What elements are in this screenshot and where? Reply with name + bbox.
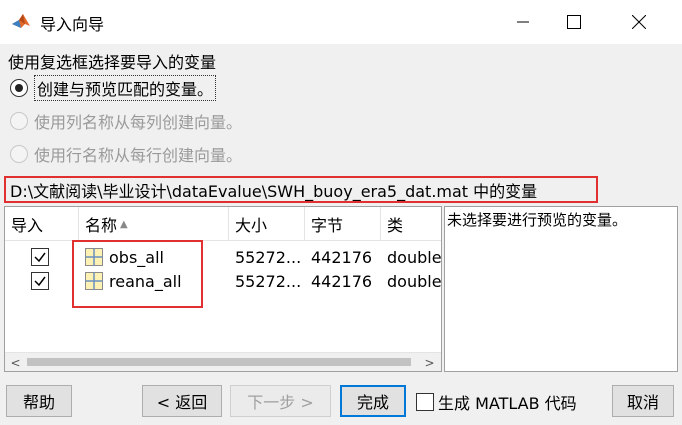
radio-button [10, 145, 28, 163]
header-import[interactable]: 导入 [5, 207, 79, 241]
preview-panel: 未选择要进行预览的变量。 [444, 206, 678, 372]
scroll-thumb[interactable] [27, 358, 411, 366]
variable-name: reana_all [109, 271, 182, 291]
radio-column-vectors: 使用列名称从每列创建向量。 [10, 109, 242, 133]
header-name[interactable]: 名称 ▲ [79, 207, 229, 241]
maximize-button[interactable] [551, 0, 597, 44]
variable-name: obs_all [109, 247, 164, 267]
variable-matrix-icon [85, 272, 103, 290]
table-row[interactable]: obs_all 55272... 442176 double [5, 245, 441, 269]
radio-create-matching[interactable]: 创建与预览匹配的变量。 [10, 75, 217, 101]
variables-table: 导入 名称 ▲ 大小 字节 类 obs_all 55272... 442176 … [4, 206, 442, 372]
horizontal-scrollbar[interactable]: < > [5, 352, 441, 371]
help-button[interactable]: 帮助 [6, 385, 72, 417]
back-button[interactable]: < 返回 [142, 385, 222, 417]
variable-matrix-icon [85, 248, 103, 266]
radio-label: 使用行名称从每行创建向量。 [34, 146, 243, 165]
close-button[interactable] [616, 0, 662, 44]
table-row[interactable]: reana_all 55272... 442176 double [5, 269, 441, 293]
radio-row-vectors: 使用行名称从每行创建向量。 [10, 142, 242, 166]
finish-button[interactable]: 完成 [340, 385, 406, 417]
next-button[interactable]: 下一步 > [230, 385, 331, 417]
table-header: 导入 名称 ▲ 大小 字节 类 [5, 207, 441, 241]
radio-button[interactable] [10, 79, 28, 97]
variable-class: double [387, 247, 441, 267]
header-class[interactable]: 类 [381, 207, 441, 241]
minimize-icon [517, 21, 529, 23]
source-path-label: D:\文献阅读\毕业设计\dataEvalue\SWH_buoy_era5_da… [4, 176, 598, 203]
scroll-left-icon[interactable]: < [7, 354, 24, 371]
scroll-right-icon[interactable]: > [421, 354, 438, 371]
import-checkbox[interactable] [31, 248, 49, 266]
title-bar: 导入向导 [0, 0, 682, 44]
import-checkbox[interactable] [31, 272, 49, 290]
radio-label: 使用列名称从每列创建向量。 [34, 113, 243, 132]
variable-size: 55272... [235, 271, 302, 291]
header-bytes[interactable]: 字节 [305, 207, 381, 241]
check-icon [34, 276, 46, 287]
variable-bytes: 442176 [311, 271, 373, 291]
minimize-button[interactable] [500, 0, 546, 44]
check-icon [34, 252, 46, 263]
window-title: 导入向导 [40, 15, 105, 34]
cancel-button[interactable]: 取消 [612, 385, 674, 417]
generate-code-label: 生成 MATLAB 代码 [438, 394, 577, 413]
header-size[interactable]: 大小 [229, 207, 305, 241]
generate-code-checkbox[interactable] [416, 393, 434, 411]
generate-code-option[interactable]: 生成 MATLAB 代码 [416, 391, 577, 413]
variable-bytes: 442176 [311, 247, 373, 267]
options-group-label: 使用复选框选择要导入的变量 [8, 53, 217, 72]
close-icon [632, 15, 646, 29]
sort-ascending-icon: ▲ [120, 218, 128, 230]
radio-button [10, 112, 28, 130]
variable-class: double [387, 271, 441, 291]
variable-size: 55272... [235, 247, 302, 267]
radio-label: 创建与预览匹配的变量。 [34, 75, 217, 101]
preview-message: 未选择要进行预览的变量。 [447, 211, 628, 229]
maximize-icon [567, 15, 581, 29]
matlab-icon [12, 14, 30, 28]
